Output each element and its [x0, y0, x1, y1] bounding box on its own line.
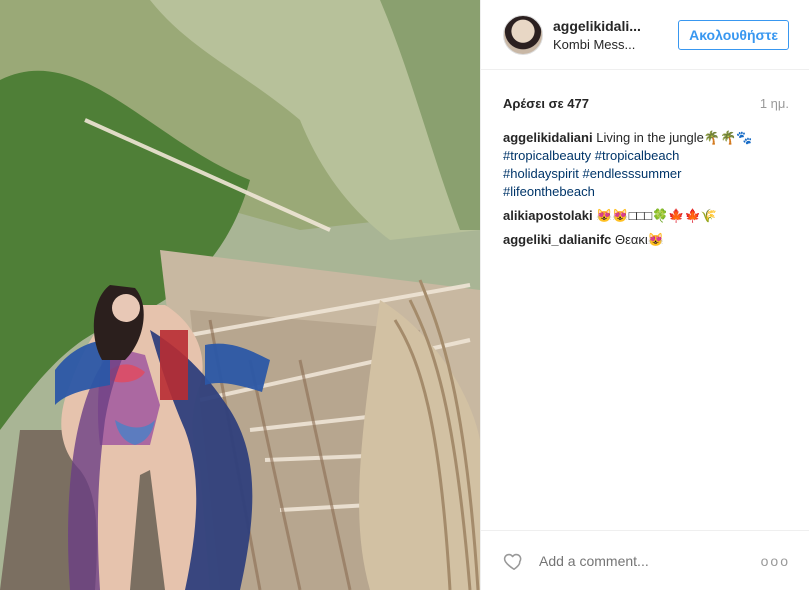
comment-list: aggelikidaliani Living in the jungle🌴🌴🐾 …	[481, 111, 809, 249]
user-info: aggelikidali... Kombi Mess...	[553, 18, 678, 52]
caption: aggelikidaliani Living in the jungle🌴🌴🐾 …	[503, 129, 789, 201]
hashtag[interactable]: #holidayspirit	[503, 166, 579, 181]
comment-item: alikiapostolaki 😻😻□□□🍀🍁🍁🌾	[503, 207, 789, 225]
post-meta: Αρέσει σε 477 1 ημ.	[481, 70, 809, 111]
comment-text: Θεακι😻	[615, 232, 664, 247]
caption-text: Living in the jungle🌴🌴🐾	[596, 130, 753, 145]
post-time[interactable]: 1 ημ.	[760, 96, 789, 111]
username[interactable]: aggelikidali...	[553, 18, 678, 34]
comment-item: aggeliki_dalianifc Θεακι😻	[503, 231, 789, 249]
follow-button[interactable]: Ακολουθήστε	[678, 19, 789, 50]
comment-username[interactable]: aggeliki_dalianifc	[503, 232, 611, 247]
post-photo	[0, 0, 480, 590]
hashtag[interactable]: #endlesssummer	[583, 166, 682, 181]
instagram-post: aggelikidali... Kombi Mess... Ακολουθήστ…	[0, 0, 809, 590]
likes-count[interactable]: Αρέσει σε 477	[503, 96, 589, 111]
post-details-panel: aggelikidali... Kombi Mess... Ακολουθήστ…	[480, 0, 809, 590]
comment-username[interactable]: alikiapostolaki	[503, 208, 593, 223]
location[interactable]: Kombi Mess...	[553, 37, 678, 52]
more-options-icon[interactable]: ooo	[761, 553, 790, 569]
hashtag[interactable]: #tropicalbeauty	[503, 148, 591, 163]
post-photo-graphic	[0, 0, 480, 590]
heart-icon[interactable]	[503, 550, 525, 572]
comment-text: 😻😻□□□🍀🍁🍁🌾	[596, 208, 717, 223]
post-header: aggelikidali... Kombi Mess... Ακολουθήστ…	[481, 0, 809, 70]
caption-username[interactable]: aggelikidaliani	[503, 130, 593, 145]
post-footer: ooo	[481, 530, 809, 590]
hashtag[interactable]: #tropicalbeach	[595, 148, 680, 163]
avatar[interactable]	[503, 14, 543, 55]
hashtag[interactable]: #lifeonthebeach	[503, 184, 595, 199]
add-comment-input[interactable]	[537, 551, 761, 570]
